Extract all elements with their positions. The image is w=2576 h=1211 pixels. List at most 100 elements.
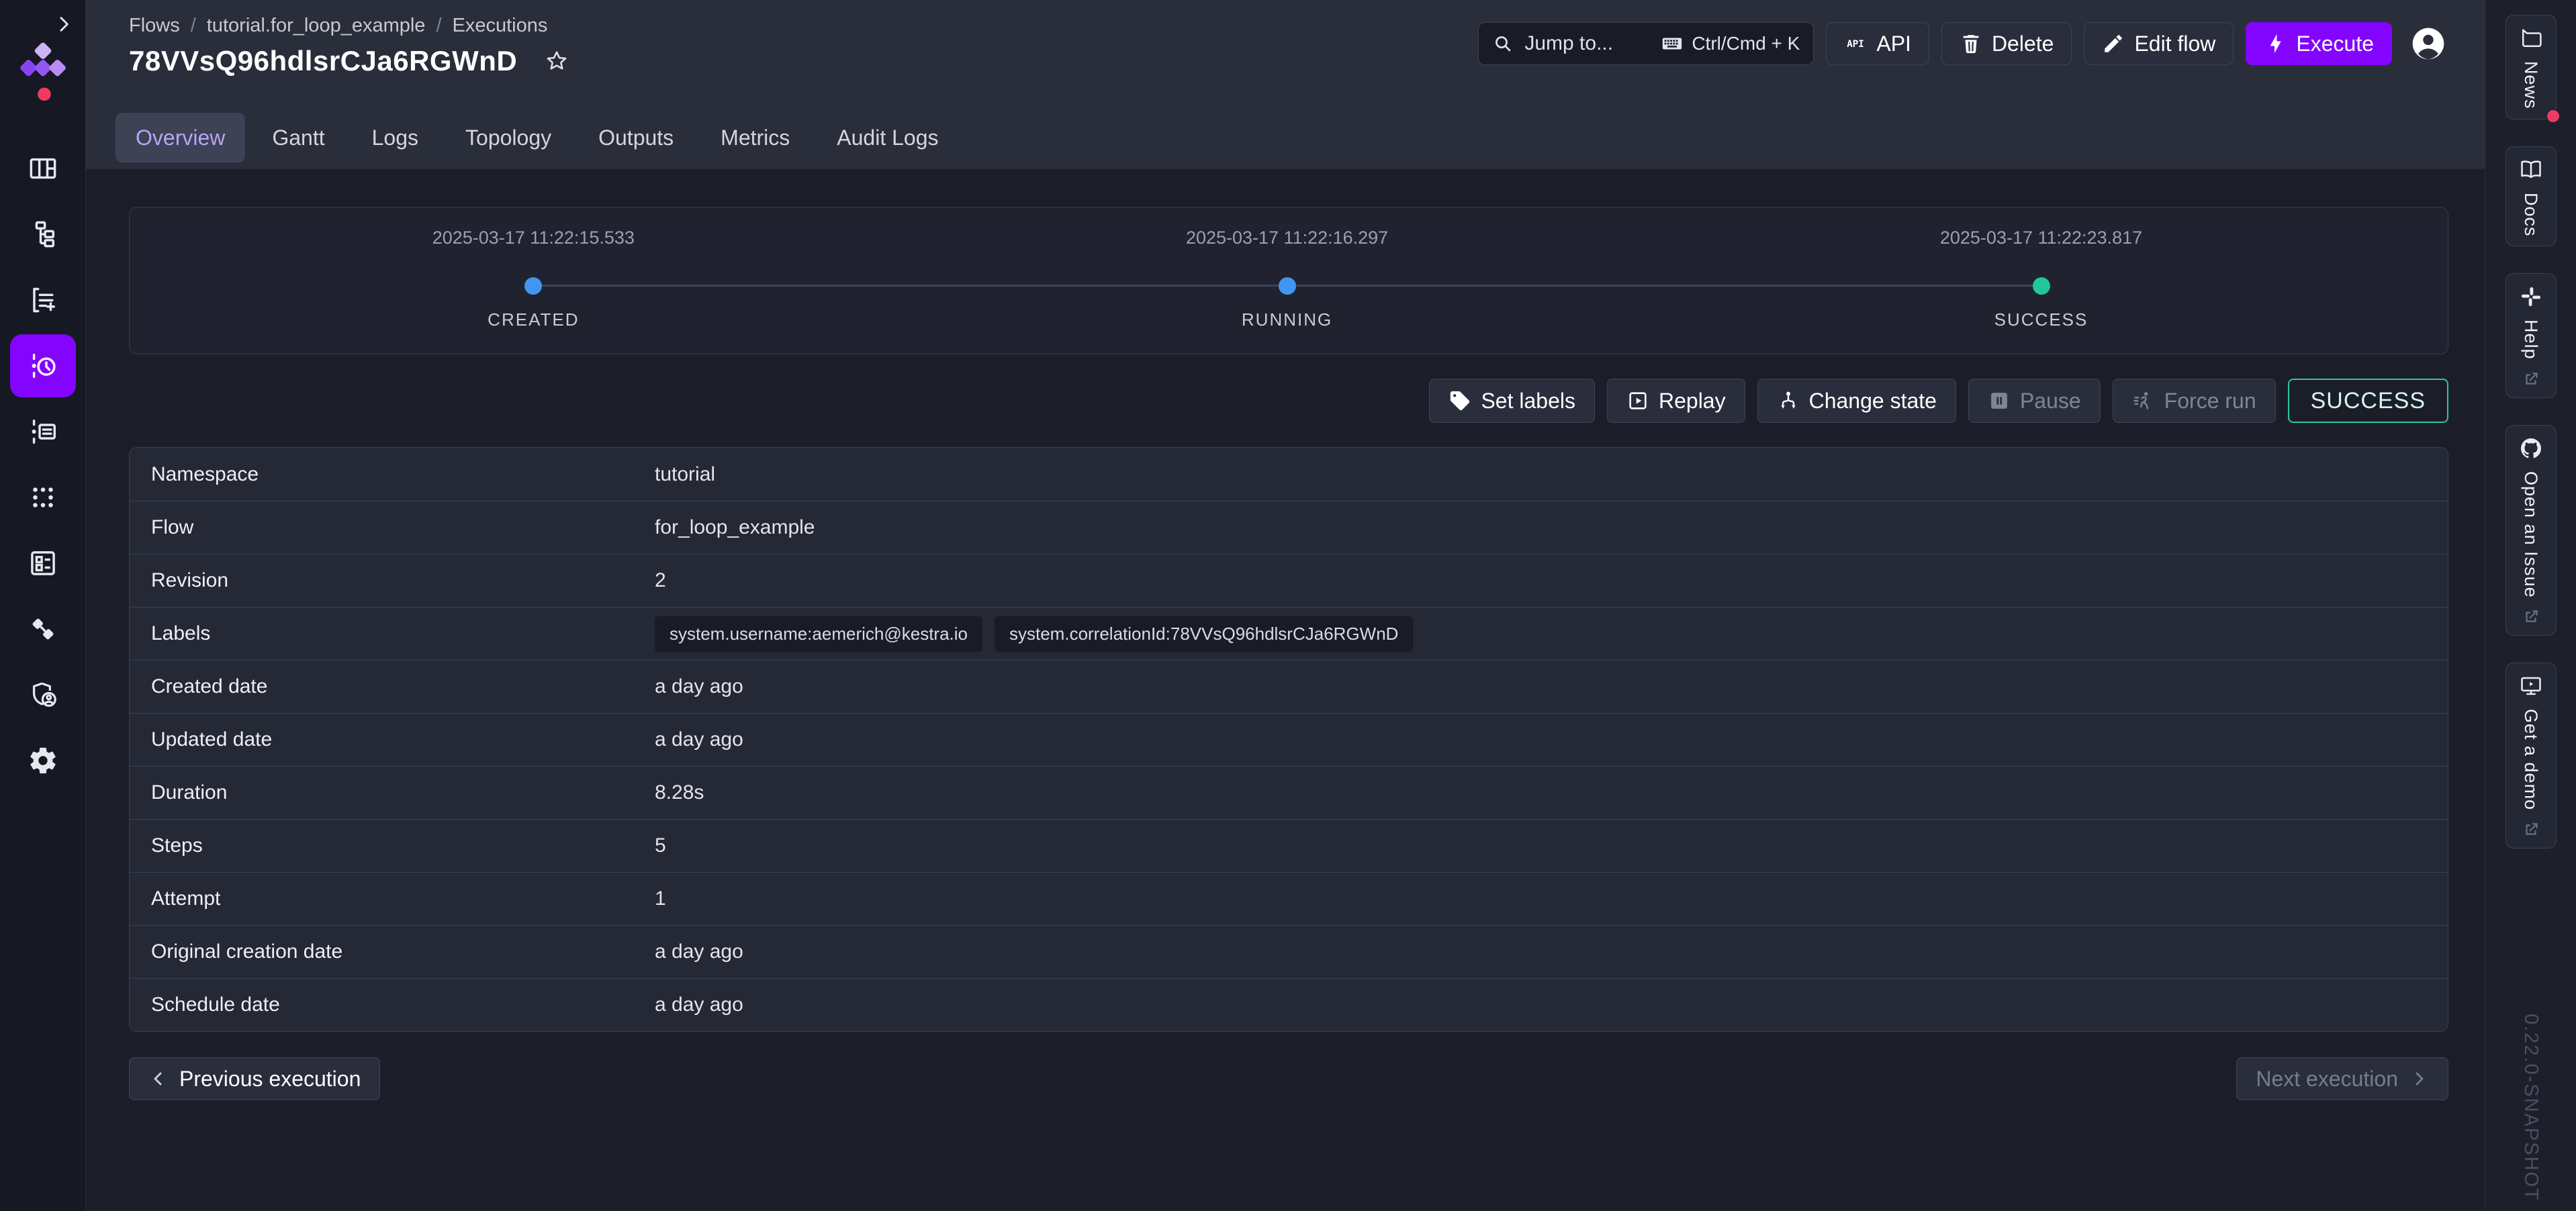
rail-item-label: Help — [2520, 320, 2541, 360]
sidebar-item-settings[interactable] — [0, 728, 86, 793]
next-execution-label: Next execution — [2256, 1067, 2398, 1092]
log-timeline-icon — [28, 416, 58, 447]
edit-flow-button[interactable]: Edit flow — [2084, 22, 2234, 65]
table-row-updated-date: Updated date a day ago — [130, 713, 2448, 766]
row-value: 8.28s — [655, 781, 704, 804]
status-badge: SUCCESS — [2288, 379, 2448, 423]
external-link-icon — [2522, 608, 2540, 626]
force-run-button[interactable]: Force run — [2113, 379, 2276, 423]
plugin-icon — [28, 614, 58, 644]
dashboard-icon — [28, 153, 58, 184]
sidebar-item-administration[interactable] — [0, 662, 86, 728]
sidebar-item-blueprints[interactable] — [0, 530, 86, 596]
row-label: Labels — [130, 622, 655, 645]
rail-item-open-an-issue[interactable]: Open an Issue — [2505, 425, 2557, 636]
breadcrumb-flows[interactable]: Flows — [129, 15, 180, 37]
breadcrumb-separator: / — [191, 15, 196, 37]
breadcrumb-executions[interactable]: Executions — [453, 15, 548, 37]
row-label: Duration — [130, 781, 655, 804]
previous-execution-button[interactable]: Previous execution — [129, 1057, 380, 1100]
topbar-left: Flows / tutorial.for_loop_example / Exec… — [129, 0, 569, 106]
dots-grid-icon — [28, 482, 58, 513]
external-link-icon — [2522, 371, 2540, 388]
breadcrumb-separator: / — [436, 15, 441, 37]
table-row-created-date: Created date a day ago — [130, 660, 2448, 713]
timeline-event-success: 2025-03-17 11:22:23.817 SUCCESS — [1833, 207, 2250, 354]
row-label: Revision — [130, 569, 655, 592]
set-labels-label: Set labels — [1481, 389, 1575, 414]
search-shortcut: Ctrl/Cmd + K — [1661, 32, 1800, 55]
sidebar-item-plugins[interactable] — [0, 596, 86, 662]
content-area: 2025-03-17 11:22:15.533 CREATED 2025-03-… — [86, 169, 2485, 1211]
sidebar-item-apps[interactable] — [0, 465, 86, 530]
replay-button[interactable]: Replay — [1607, 379, 1745, 423]
pause-button[interactable]: Pause — [1968, 379, 2101, 423]
search-shortcut-label: Ctrl/Cmd + K — [1692, 33, 1800, 54]
next-execution-button[interactable]: Next execution — [2236, 1057, 2448, 1100]
rail-item-get-a-demo[interactable]: Get a demo — [2505, 663, 2557, 849]
table-row-revision: Revision 2 — [130, 554, 2448, 607]
edit-flow-button-label: Edit flow — [2134, 32, 2215, 56]
previous-execution-label: Previous execution — [179, 1067, 361, 1092]
row-value: a day ago — [655, 675, 743, 698]
kestra-app: Flows / tutorial.for_loop_example / Exec… — [0, 0, 2576, 1211]
monitor-icon — [2519, 674, 2543, 698]
jump-to-search[interactable]: Ctrl/Cmd + K — [1478, 22, 1814, 65]
right-sidebar: News Docs Help Open an Issue Get a demo … — [2485, 0, 2576, 1211]
rail-item-help[interactable]: Help — [2505, 273, 2557, 398]
api-button[interactable]: API — [1826, 22, 1929, 65]
tab-gantt[interactable]: Gantt — [252, 113, 344, 162]
rail-item-news[interactable]: News — [2505, 15, 2557, 119]
main-column: Flows / tutorial.for_loop_example / Exec… — [86, 0, 2485, 1211]
book-icon — [2519, 158, 2543, 182]
execution-pagination: Previous execution Next execution — [129, 1057, 2448, 1100]
run-icon — [2132, 389, 2155, 412]
user-avatar[interactable] — [2409, 25, 2447, 62]
sidebar-nav — [0, 136, 85, 793]
row-value: 1 — [655, 887, 666, 910]
logo-link[interactable] — [0, 42, 85, 105]
change-state-label: Change state — [1809, 389, 1937, 414]
settings-gear-icon — [28, 745, 58, 776]
sidebar-item-flows[interactable] — [0, 201, 86, 267]
rail-item-label: Docs — [2520, 193, 2541, 237]
topbar: Flows / tutorial.for_loop_example / Exec… — [86, 0, 2485, 106]
rail-item-label: Get a demo — [2520, 709, 2541, 810]
api-icon — [1844, 32, 1867, 55]
set-labels-button[interactable]: Set labels — [1429, 379, 1595, 423]
notification-dot — [2546, 109, 2561, 124]
timeline-dot-created — [524, 277, 542, 295]
tab-audit-logs[interactable]: Audit Logs — [817, 113, 958, 162]
sidebar-item-executions[interactable] — [0, 333, 86, 399]
rail-item-label: Open an Issue — [2520, 471, 2541, 598]
tab-overview[interactable]: Overview — [116, 113, 245, 162]
sidebar-item-dashboard[interactable] — [0, 136, 86, 201]
tab-outputs[interactable]: Outputs — [578, 113, 694, 162]
table-row-attempt: Attempt 1 — [130, 872, 2448, 925]
tab-metrics[interactable]: Metrics — [700, 113, 810, 162]
breadcrumb-flow-id[interactable]: tutorial.for_loop_example — [207, 15, 426, 37]
timeline-state-label: CREATED — [325, 309, 741, 330]
rail-item-docs[interactable]: Docs — [2505, 146, 2557, 247]
label-chip-username: system.username:aemerich@kestra.io — [655, 616, 982, 652]
labels-chip-list: system.username:aemerich@kestra.io syste… — [655, 616, 1413, 652]
tab-logs[interactable]: Logs — [352, 113, 439, 162]
delete-button[interactable]: Delete — [1941, 22, 2072, 65]
row-label: Steps — [130, 834, 655, 857]
sidebar-item-list-add[interactable] — [0, 267, 86, 333]
timeline-state-label: SUCCESS — [1833, 309, 2250, 330]
execute-button[interactable]: Execute — [2246, 22, 2392, 65]
row-label: Namespace — [130, 463, 655, 486]
replay-label: Replay — [1659, 389, 1726, 414]
kestra-logo — [11, 42, 75, 105]
sidebar-item-logs[interactable] — [0, 399, 86, 465]
sidebar-expand-icon[interactable] — [53, 13, 75, 35]
delete-button-label: Delete — [1992, 32, 2054, 56]
row-label: Updated date — [130, 728, 655, 751]
tab-topology[interactable]: Topology — [445, 113, 571, 162]
star-icon[interactable] — [544, 48, 569, 74]
change-state-button[interactable]: Change state — [1757, 379, 1956, 423]
row-value: a day ago — [655, 940, 743, 963]
github-icon — [2519, 436, 2543, 461]
search-input[interactable] — [1523, 32, 1651, 56]
